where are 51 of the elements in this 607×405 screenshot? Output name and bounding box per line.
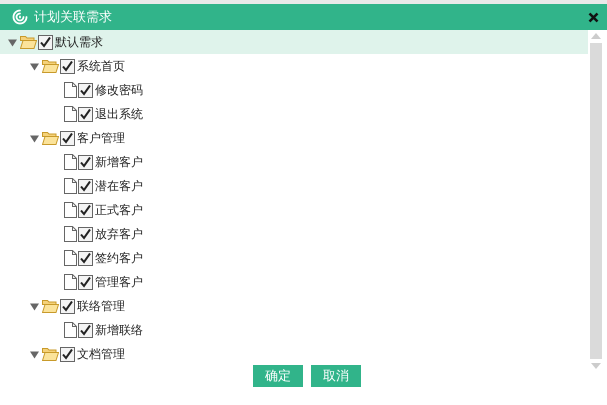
- tree-item[interactable]: 退出系统: [0, 102, 588, 126]
- swirl-icon: [12, 9, 28, 25]
- tree-item[interactable]: 正式客户: [0, 198, 588, 222]
- tree-item[interactable]: 客户管理: [0, 126, 588, 150]
- checkbox[interactable]: [78, 202, 93, 218]
- tree-item[interactable]: 潜在客户: [0, 174, 588, 198]
- tree-item[interactable]: 放弃客户: [0, 222, 588, 246]
- checkbox[interactable]: [78, 154, 93, 170]
- tree-item[interactable]: 修改密码: [0, 78, 588, 102]
- document-icon: [64, 250, 77, 266]
- expand-triangle-icon[interactable]: [30, 134, 39, 142]
- checkbox[interactable]: [60, 130, 75, 146]
- document-icon: [64, 154, 77, 170]
- expand-triangle-icon[interactable]: [30, 62, 39, 70]
- document-icon: [64, 106, 77, 122]
- close-icon[interactable]: [588, 12, 599, 22]
- open-folder-icon: [42, 131, 59, 145]
- checkbox[interactable]: [78, 226, 93, 242]
- expand-triangle-icon[interactable]: [8, 38, 17, 46]
- checkbox[interactable]: [60, 298, 75, 314]
- window-title: 计划关联需求: [34, 9, 113, 26]
- document-icon: [64, 322, 77, 338]
- document-icon: [64, 226, 77, 242]
- tree-item[interactable]: 新增客户: [0, 150, 588, 174]
- open-folder-icon: [20, 35, 37, 49]
- document-icon: [64, 274, 77, 290]
- expand-triangle-icon[interactable]: [30, 350, 39, 358]
- tree-item[interactable]: 系统首页: [0, 54, 588, 78]
- open-folder-icon: [42, 299, 59, 313]
- document-icon: [64, 82, 77, 98]
- checkbox[interactable]: [38, 34, 53, 50]
- checkbox[interactable]: [78, 82, 93, 98]
- open-folder-icon: [42, 59, 59, 73]
- open-folder-icon: [42, 347, 59, 361]
- tree-item[interactable]: 默认需求: [0, 30, 588, 54]
- checkbox[interactable]: [78, 250, 93, 266]
- document-icon: [64, 202, 77, 218]
- expand-triangle-icon[interactable]: [30, 302, 39, 310]
- tree-item[interactable]: 签约客户: [0, 246, 588, 270]
- checkbox[interactable]: [60, 58, 75, 74]
- scrollbar-thumb[interactable]: [590, 43, 602, 359]
- checkbox[interactable]: [78, 106, 93, 122]
- tree-item[interactable]: 新增联络: [0, 318, 588, 342]
- checkbox[interactable]: [78, 274, 93, 290]
- checkbox[interactable]: [78, 322, 93, 338]
- checkbox[interactable]: [78, 178, 93, 194]
- checkbox[interactable]: [60, 346, 75, 362]
- tree-item[interactable]: 文档管理: [0, 342, 588, 366]
- document-icon: [64, 178, 77, 194]
- tree-item[interactable]: 管理客户: [0, 270, 588, 294]
- tree-item[interactable]: 联络管理: [0, 294, 588, 318]
